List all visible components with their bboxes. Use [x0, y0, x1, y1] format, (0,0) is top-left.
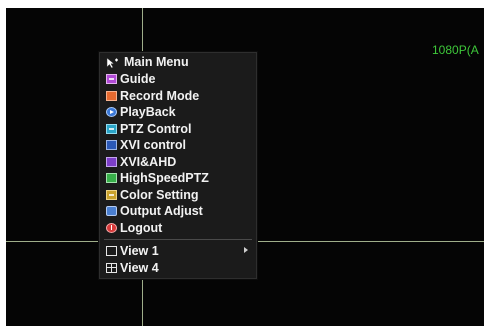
- quad-view-icon: [106, 262, 117, 273]
- record-icon: [106, 90, 117, 101]
- playback-icon: [106, 107, 117, 118]
- mouse-cursor-icon: [106, 56, 122, 69]
- menu-item-highspeed-ptz[interactable]: HighSpeedPTZ: [100, 170, 256, 187]
- highspeed-ptz-icon: [106, 173, 117, 184]
- output-adjust-icon: [106, 206, 117, 217]
- menu-item-label: View 4: [120, 260, 159, 275]
- menu-item-output-adjust[interactable]: Output Adjust: [100, 203, 256, 220]
- logout-icon: [106, 222, 117, 233]
- menu-item-view-1[interactable]: View 1: [100, 243, 256, 260]
- menu-item-label: PlayBack: [120, 105, 176, 119]
- menu-item-xvi-control[interactable]: XVI control: [100, 137, 256, 154]
- menu-item-color-setting[interactable]: Color Setting: [100, 187, 256, 204]
- menu-item-xvi-ahd[interactable]: XVI&AHD: [100, 154, 256, 171]
- menu-item-label: Color Setting: [120, 187, 199, 202]
- menu-item-label: Record Mode: [120, 88, 200, 103]
- color-setting-icon: [106, 189, 117, 200]
- menu-item-record-mode[interactable]: Record Mode: [100, 88, 256, 105]
- menu-item-label: Output Adjust: [120, 204, 203, 218]
- menu-item-view-4[interactable]: View 4: [100, 260, 256, 277]
- menu-item-label: XVI&AHD: [120, 154, 177, 169]
- xvi-icon: [106, 140, 117, 151]
- menu-item-label: PTZ Control: [120, 121, 192, 136]
- menu-item-logout[interactable]: Logout: [100, 220, 256, 237]
- menu-item-label: Guide: [120, 72, 156, 86]
- ptz-icon: [106, 123, 117, 134]
- menu-item-guide[interactable]: Guide: [100, 71, 256, 88]
- menu-item-label: XVI control: [120, 138, 186, 152]
- context-main-menu: Main Menu Guide Record Mode PlayBack PTZ…: [99, 52, 257, 279]
- menu-item-playback[interactable]: PlayBack: [100, 104, 256, 121]
- menu-item-label: Logout: [120, 220, 163, 235]
- dvr-screen: 1080P(A Main Menu Guide Record Mode Play…: [6, 8, 484, 326]
- menu-item-ptz-control[interactable]: PTZ Control: [100, 121, 256, 138]
- chevron-right-icon: [244, 247, 248, 253]
- guide-icon: [106, 74, 117, 85]
- menu-item-main-menu[interactable]: Main Menu: [100, 54, 256, 71]
- menu-title-label: Main Menu: [124, 55, 189, 70]
- menu-list: Main Menu Guide Record Mode PlayBack PTZ…: [100, 53, 256, 276]
- single-view-icon: [106, 246, 117, 257]
- menu-divider: [104, 239, 252, 240]
- menu-item-label: HighSpeedPTZ: [120, 171, 209, 185]
- menu-item-label: View 1: [120, 244, 159, 258]
- xvi-ahd-icon: [106, 156, 117, 167]
- channel-resolution-label: 1080P(A: [432, 43, 479, 57]
